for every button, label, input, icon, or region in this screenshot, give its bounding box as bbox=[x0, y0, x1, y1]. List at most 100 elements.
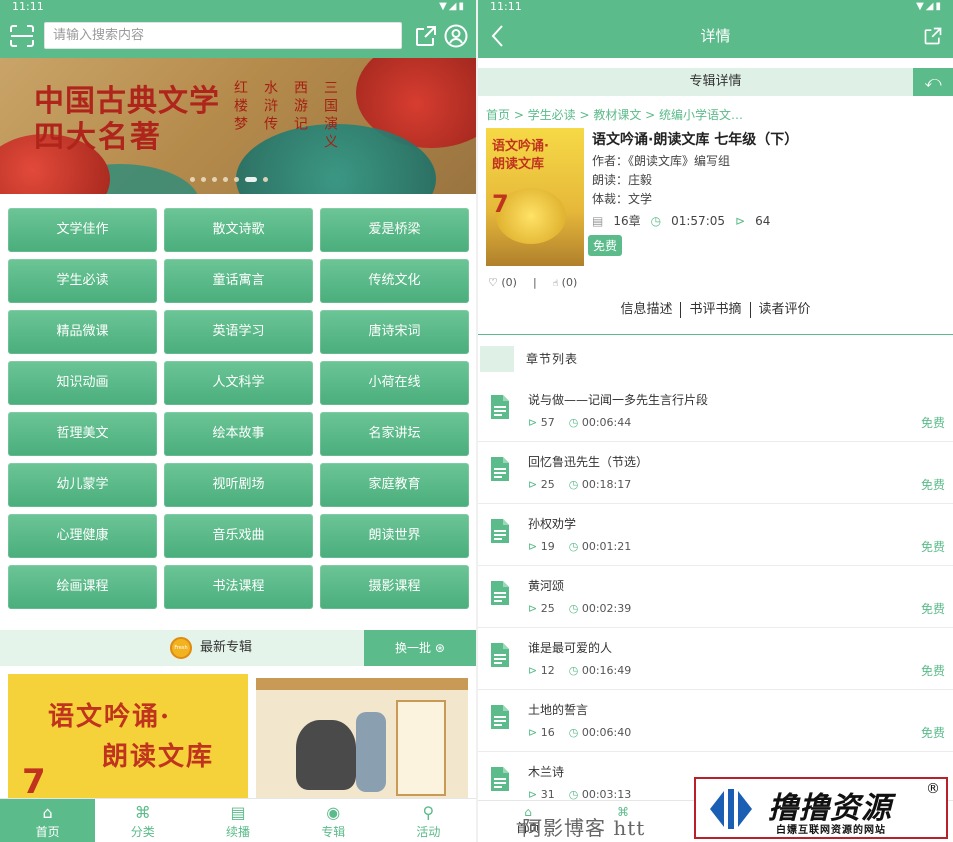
user-icon[interactable] bbox=[444, 24, 468, 48]
chapter-row[interactable]: 孙权劝学 ⊳ 19 ◷ 00:01:21 免费 bbox=[478, 504, 953, 566]
album-thumbnail[interactable]: 语文吟诵· 朗读文库 7 bbox=[8, 674, 248, 798]
page-title: 详情 bbox=[700, 27, 731, 45]
book-title: 语文吟诵·朗读文库 七年级（下） bbox=[592, 132, 799, 148]
nav-label: 活动 bbox=[416, 825, 441, 839]
book-stats: ▤ 16章 ◷ 01:57:05 ⊳ 64 bbox=[592, 212, 770, 229]
category-button[interactable]: 精品微课 bbox=[8, 310, 157, 354]
chapter-plays: 57 bbox=[540, 416, 555, 429]
category-button[interactable]: 名家讲坛 bbox=[320, 412, 469, 456]
favorite-button[interactable]: ♡ (0) bbox=[488, 276, 517, 289]
chapter-row[interactable]: 说与做——记闻一多先生言行片段 ⊳ 57 ◷ 00:06:44 免费 bbox=[478, 380, 953, 442]
chapter-plays: 25 bbox=[540, 478, 555, 491]
chapter-list: 说与做——记闻一多先生言行片段 ⊳ 57 ◷ 00:06:44 免费 回忆鲁迅先生（节选… bbox=[478, 380, 953, 814]
banner-carousel[interactable]: 中国古典文学 四大名著 红楼梦 水浒传 西游记 三国演义 bbox=[0, 58, 476, 194]
category-button[interactable]: 传统文化 bbox=[320, 259, 469, 303]
status-time: 11:11 bbox=[490, 0, 522, 13]
search-input[interactable]: 请输入搜索内容 bbox=[44, 22, 402, 49]
album-thumb-title: 语文吟诵· bbox=[48, 702, 172, 732]
nav-label: 续播 bbox=[226, 825, 251, 839]
category-button[interactable]: 幼儿蒙学 bbox=[8, 463, 157, 507]
chapter-row[interactable]: 谁是最可爱的人 ⊳ 12 ◷ 00:16:49 免费 bbox=[478, 628, 953, 690]
like-bar: ♡ (0) | ☝ (0) bbox=[488, 276, 577, 289]
chapter-title: 孙权劝学 bbox=[528, 517, 577, 531]
nav-album[interactable]: ◉ 专辑 bbox=[286, 799, 381, 842]
chapter-duration: 00:06:44 bbox=[581, 416, 632, 429]
category-button[interactable]: 小荷在线 bbox=[320, 361, 469, 405]
clock-icon: ◷ bbox=[568, 664, 579, 677]
category-button[interactable]: 人文科学 bbox=[164, 361, 313, 405]
category-button[interactable]: 知识动画 bbox=[8, 361, 157, 405]
latest-albums-title: 最新专辑 bbox=[200, 640, 253, 655]
home-icon: ⌂ bbox=[42, 803, 53, 822]
thumb-up-button[interactable]: ☝ (0) bbox=[553, 276, 578, 289]
chapter-row[interactable]: 回忆鲁迅先生（节选） ⊳ 25 ◷ 00:18:17 免费 bbox=[478, 442, 953, 504]
category-button[interactable]: 绘本故事 bbox=[164, 412, 313, 456]
clock-icon: ◷ bbox=[568, 540, 579, 553]
album-scroll-art bbox=[396, 700, 446, 796]
play-icon: ⊳ bbox=[528, 602, 538, 615]
return-icon: ⤺ bbox=[924, 72, 942, 91]
detail-tabs: 信息描述 书评书摘 读者评价 bbox=[478, 302, 953, 318]
category-icon: ⌘ bbox=[134, 803, 151, 822]
category-button[interactable]: 朗读世界 bbox=[320, 514, 469, 558]
category-button[interactable]: 爱是桥梁 bbox=[320, 208, 469, 252]
play-icon: ⊳ bbox=[735, 213, 746, 228]
category-button[interactable]: 心理健康 bbox=[8, 514, 157, 558]
category-button[interactable]: 音乐戏曲 bbox=[164, 514, 313, 558]
chapter-row[interactable]: 黄河颂 ⊳ 25 ◷ 00:02:39 免费 bbox=[478, 566, 953, 628]
category-button[interactable]: 视听剧场 bbox=[164, 463, 313, 507]
return-button[interactable]: ⤺ bbox=[913, 68, 953, 96]
chapter-title: 说与做——记闻一多先生言行片段 bbox=[528, 393, 709, 407]
status-icons: ▼◢▮ bbox=[439, 1, 466, 12]
nav-resume[interactable]: ▤ 续播 bbox=[190, 799, 285, 842]
category-button[interactable]: 文学佳作 bbox=[8, 208, 157, 252]
chapter-title: 谁是最可爱的人 bbox=[528, 641, 613, 655]
category-button[interactable]: 家庭教育 bbox=[320, 463, 469, 507]
category-button[interactable]: 绘画课程 bbox=[8, 565, 157, 609]
tab-ratings[interactable]: 读者评价 bbox=[751, 302, 819, 318]
chapter-stats: ⊳ 12 ◷ 00:16:49 bbox=[528, 664, 631, 677]
nav-home[interactable]: ⌂ 首页 bbox=[0, 799, 96, 842]
document-icon bbox=[491, 395, 509, 419]
play-icon: ⊳ bbox=[528, 478, 538, 491]
category-button[interactable]: 童话寓言 bbox=[164, 259, 313, 303]
top-bar: 详情 bbox=[478, 14, 953, 58]
fresh-badge-icon: Fresh bbox=[170, 637, 192, 659]
chapter-duration: 00:06:40 bbox=[581, 726, 632, 739]
chapter-stats: ⊳ 25 ◷ 00:18:17 bbox=[528, 478, 631, 491]
category-button[interactable]: 摄影课程 bbox=[320, 565, 469, 609]
category-grid: 文学佳作 散文诗歌 爱是桥梁学生必读 童话寓言 传统文化精品微课 英语学习 唐诗宋词知识动画… bbox=[8, 208, 470, 609]
share-icon[interactable] bbox=[414, 24, 438, 48]
tab-info[interactable]: 信息描述 bbox=[612, 302, 682, 318]
category-button[interactable]: 英语学习 bbox=[164, 310, 313, 354]
category-button[interactable]: 学生必读 bbox=[8, 259, 157, 303]
category-button[interactable]: 哲理美文 bbox=[8, 412, 157, 456]
chapter-plays: 19 bbox=[540, 540, 555, 553]
nav-category[interactable]: ⌘ 分类 bbox=[95, 799, 190, 842]
chapter-row[interactable]: 土地的誓言 ⊳ 16 ◷ 00:06:40 免费 bbox=[478, 690, 953, 752]
activity-icon: ⚲ bbox=[422, 803, 435, 822]
total-duration: 01:57:05 bbox=[671, 213, 726, 228]
home-screen: 11:11 ▼◢▮ 请输入搜索内容 中国古典文学 四大名著 红楼梦 水浒传 西游… bbox=[0, 0, 476, 842]
carousel-dots bbox=[190, 177, 268, 182]
category-button[interactable]: 书法课程 bbox=[164, 565, 313, 609]
chapter-free-tag: 免费 bbox=[920, 540, 945, 554]
album-thumbnail[interactable] bbox=[256, 678, 468, 798]
scan-icon[interactable] bbox=[10, 25, 34, 47]
cover-title: 语文吟诵· 朗读文库 bbox=[492, 139, 549, 172]
tab-underline bbox=[478, 334, 953, 335]
heart-icon: ♡ bbox=[488, 276, 498, 289]
category-button[interactable]: 唐诗宋词 bbox=[320, 310, 469, 354]
refresh-batch-button[interactable]: 换一批 ⊛ bbox=[364, 630, 476, 666]
chapter-title: 土地的誓言 bbox=[528, 703, 589, 717]
document-icon bbox=[491, 457, 509, 481]
album-thumb-title: 朗读文库 bbox=[102, 742, 215, 772]
nav-activity[interactable]: ⚲ 活动 bbox=[381, 799, 476, 842]
section-marker bbox=[480, 346, 514, 372]
chapter-free-tag: 免费 bbox=[920, 478, 945, 492]
share-icon[interactable] bbox=[923, 26, 943, 46]
breadcrumb[interactable]: 首页 > 学生必读 > 教材课文 > 统编小学语文… bbox=[486, 106, 743, 123]
category-button[interactable]: 散文诗歌 bbox=[164, 208, 313, 252]
clock-icon: ◷ bbox=[568, 726, 579, 739]
tab-reviews[interactable]: 书评书摘 bbox=[681, 302, 751, 318]
